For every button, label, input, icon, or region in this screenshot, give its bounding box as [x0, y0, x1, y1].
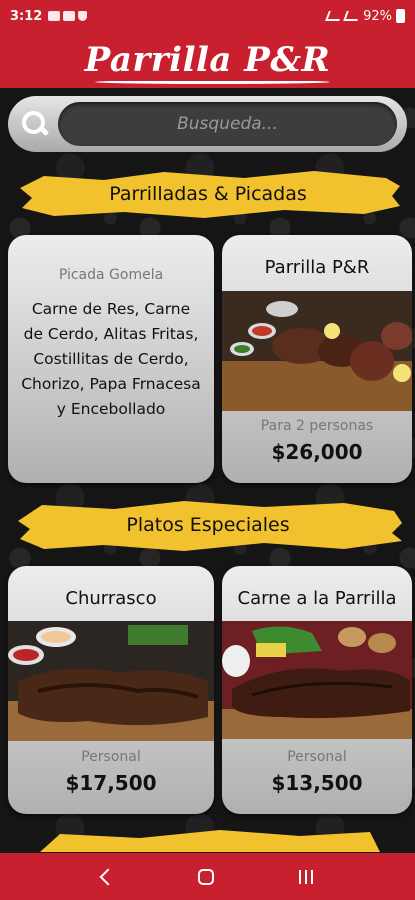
wifi-icon — [325, 11, 343, 21]
logo-swoosh — [94, 80, 331, 84]
card-subtitle: Personal — [287, 749, 347, 765]
system-nav-bar — [0, 853, 415, 900]
card-subtitle: Para 2 personas — [260, 418, 374, 434]
status-time: 3:12 — [10, 8, 43, 24]
card-description: Carne de Res, Carne de Cerdo, Alitas Fri… — [21, 300, 201, 418]
app-header: Parrilla P&R — [0, 32, 415, 88]
card-price: $26,000 — [271, 440, 363, 464]
battery-percent: 92% — [363, 8, 392, 24]
card-title: Parrilla P&R — [264, 257, 370, 278]
section-banner-platos-especiales: Platos Especiales — [14, 497, 402, 553]
card-subtitle: Personal — [81, 749, 141, 765]
recents-icon[interactable] — [298, 869, 313, 884]
section-banner-peek — [40, 830, 380, 852]
food-photo-carne-parrilla — [222, 621, 412, 739]
card-title: Churrasco — [65, 588, 157, 609]
section-banner-parrilladas: Parrilladas & Picadas — [14, 166, 402, 222]
sim-icon — [48, 11, 61, 21]
logo-text: Parrilla P&R — [84, 40, 331, 80]
search-input[interactable] — [58, 102, 397, 146]
card-subtitle: Picada Gomela — [58, 267, 164, 283]
food-photo-parrilla — [222, 291, 412, 411]
menu-card-parrilla-pr[interactable]: Parrilla P&R Para 2 personas $26,000 — [222, 235, 412, 483]
menu-card-carne-a-la-parrilla[interactable]: Carne a la Parrilla Personal $13,500 — [222, 566, 412, 814]
menu-card-picada-gomela[interactable]: Picada Gomela Carne de Res, Carne de Cer… — [8, 235, 214, 483]
card-icon — [63, 11, 76, 21]
menu-card-churrasco[interactable]: Churrasco Personal $17,500 — [8, 566, 214, 814]
card-title: Carne a la Parrilla — [237, 588, 397, 609]
shield-icon — [78, 11, 88, 21]
section-title: Parrilladas & Picadas — [109, 183, 307, 205]
back-icon[interactable] — [99, 868, 117, 885]
food-photo-churrasco — [8, 621, 214, 741]
app-logo: Parrilla P&R — [84, 40, 331, 84]
search-icon[interactable] — [18, 107, 52, 141]
status-bar: 3:12 92% — [0, 0, 415, 32]
section-title: Platos Especiales — [126, 514, 290, 536]
battery-icon — [396, 9, 405, 23]
search-bar — [8, 96, 407, 152]
signal-icon — [343, 11, 361, 21]
card-price: $17,500 — [65, 771, 157, 795]
card-price: $13,500 — [271, 771, 363, 795]
home-icon[interactable] — [198, 868, 215, 885]
